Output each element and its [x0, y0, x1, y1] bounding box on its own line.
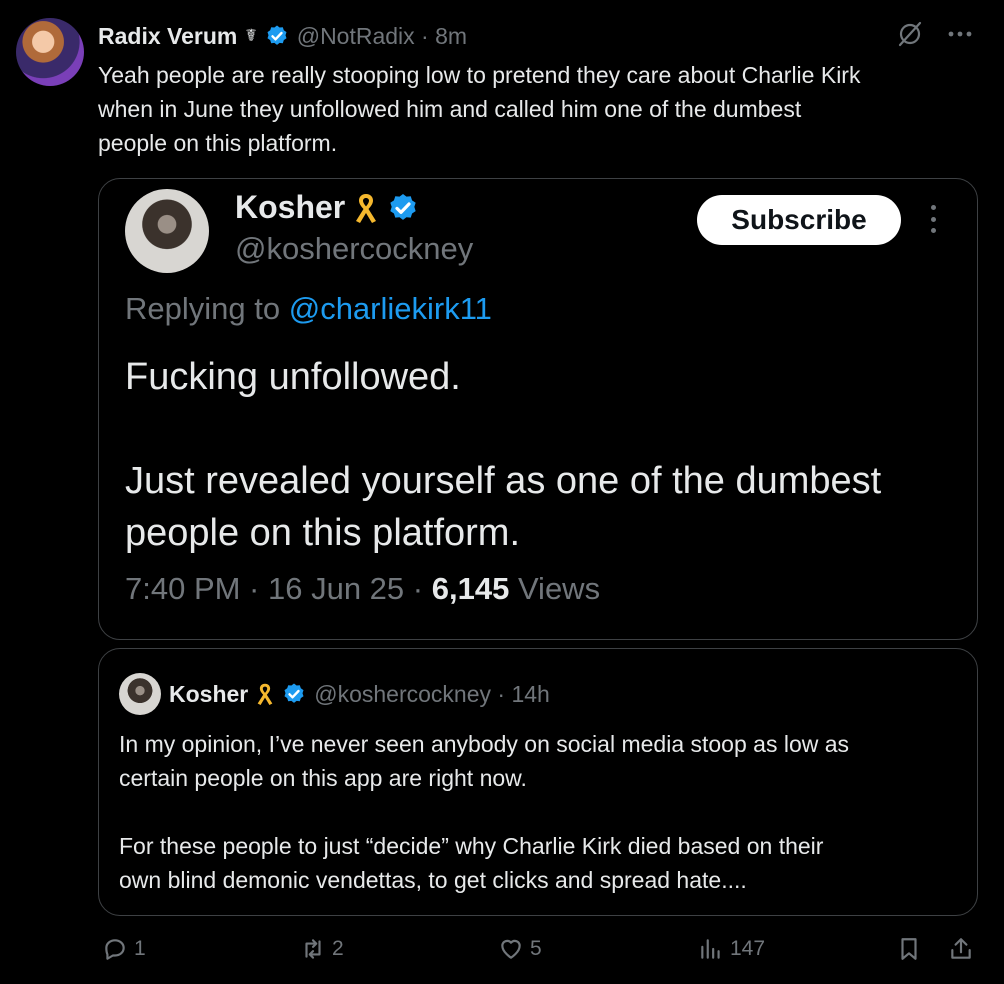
- author-avatar[interactable]: [16, 18, 84, 86]
- author-name[interactable]: Radix Verum: [98, 23, 237, 50]
- quoted-reply-meta: 7:40 PM · 16 Jun 25 · 6,145 Views: [125, 571, 600, 607]
- replying-to: Replying to @charliekirk11: [125, 291, 492, 327]
- reply-button[interactable]: 1: [102, 936, 146, 962]
- kosher-avatar[interactable]: [125, 189, 209, 273]
- verified-badge-icon: [284, 683, 304, 703]
- views-button[interactable]: 147: [698, 936, 765, 962]
- more-vertical-icon[interactable]: [925, 199, 941, 239]
- heart-icon: [501, 939, 521, 959]
- bookmark-icon: [901, 938, 917, 960]
- embedded-handle-time: @koshercockney · 14h: [314, 680, 550, 707]
- kosher-name[interactable]: Kosher: [235, 189, 345, 226]
- embedded-post-header: Kosher @koshercockney · 14h: [119, 673, 550, 715]
- like-count: 5: [530, 937, 542, 960]
- kosher-handle[interactable]: @koshercockney: [235, 231, 473, 267]
- replying-mention-link[interactable]: @charliekirk11: [289, 291, 492, 326]
- post-text: Yeah people are really stooping low to p…: [98, 62, 861, 156]
- reply-count: 1: [134, 937, 146, 960]
- author-handle-time[interactable]: @NotRadix · 8m: [297, 23, 467, 50]
- quoted-reply-card[interactable]: Kosher @koshercockney Subscribe Replying…: [98, 178, 978, 640]
- post-header: Radix Verum ☤ @NotRadix · 8m: [98, 20, 988, 52]
- embedded-post-text: In my opinion, I’ve never seen anybody o…: [119, 731, 850, 893]
- yellow-ribbon-icon: [257, 683, 273, 705]
- embedded-author-name: Kosher: [169, 680, 249, 707]
- verified-badge-icon: [267, 25, 287, 45]
- views-count: 147: [730, 937, 766, 960]
- verified-badge-icon: [390, 193, 416, 220]
- caduceus-icon: ☤: [245, 26, 257, 45]
- reply-icon: [105, 939, 125, 960]
- quoted-timestamp[interactable]: 7:40 PM · 16 Jun 25 ·: [125, 571, 423, 606]
- bookmark-button[interactable]: [896, 936, 922, 962]
- more-options-icon[interactable]: [946, 20, 974, 48]
- replying-prefix: Replying to: [125, 291, 281, 326]
- embedded-quote-post[interactable]: Kosher @koshercockney · 14h In my opinio…: [98, 648, 978, 916]
- repost-count: 2: [332, 937, 344, 960]
- quoted-reply-text: Fucking unfollowed. Just revealed yourse…: [125, 356, 882, 554]
- action-bar: 1 2 5 147: [98, 936, 988, 976]
- share-button[interactable]: [948, 936, 974, 962]
- header-actions: [896, 20, 974, 48]
- kosher-name-row: Kosher: [235, 189, 419, 226]
- embedded-avatar: [119, 673, 161, 715]
- analytics-icon: [701, 939, 720, 959]
- repost-icon: [305, 939, 321, 959]
- yellow-ribbon-icon: [356, 193, 377, 223]
- subscribe-button[interactable]: Subscribe: [697, 195, 901, 245]
- quoted-views-count: 6,145: [431, 571, 510, 606]
- share-icon: [951, 938, 971, 959]
- grok-icon[interactable]: [896, 20, 924, 48]
- like-button[interactable]: 5: [498, 936, 542, 962]
- quoted-views-label: Views: [517, 571, 601, 606]
- repost-button[interactable]: 2: [300, 936, 344, 962]
